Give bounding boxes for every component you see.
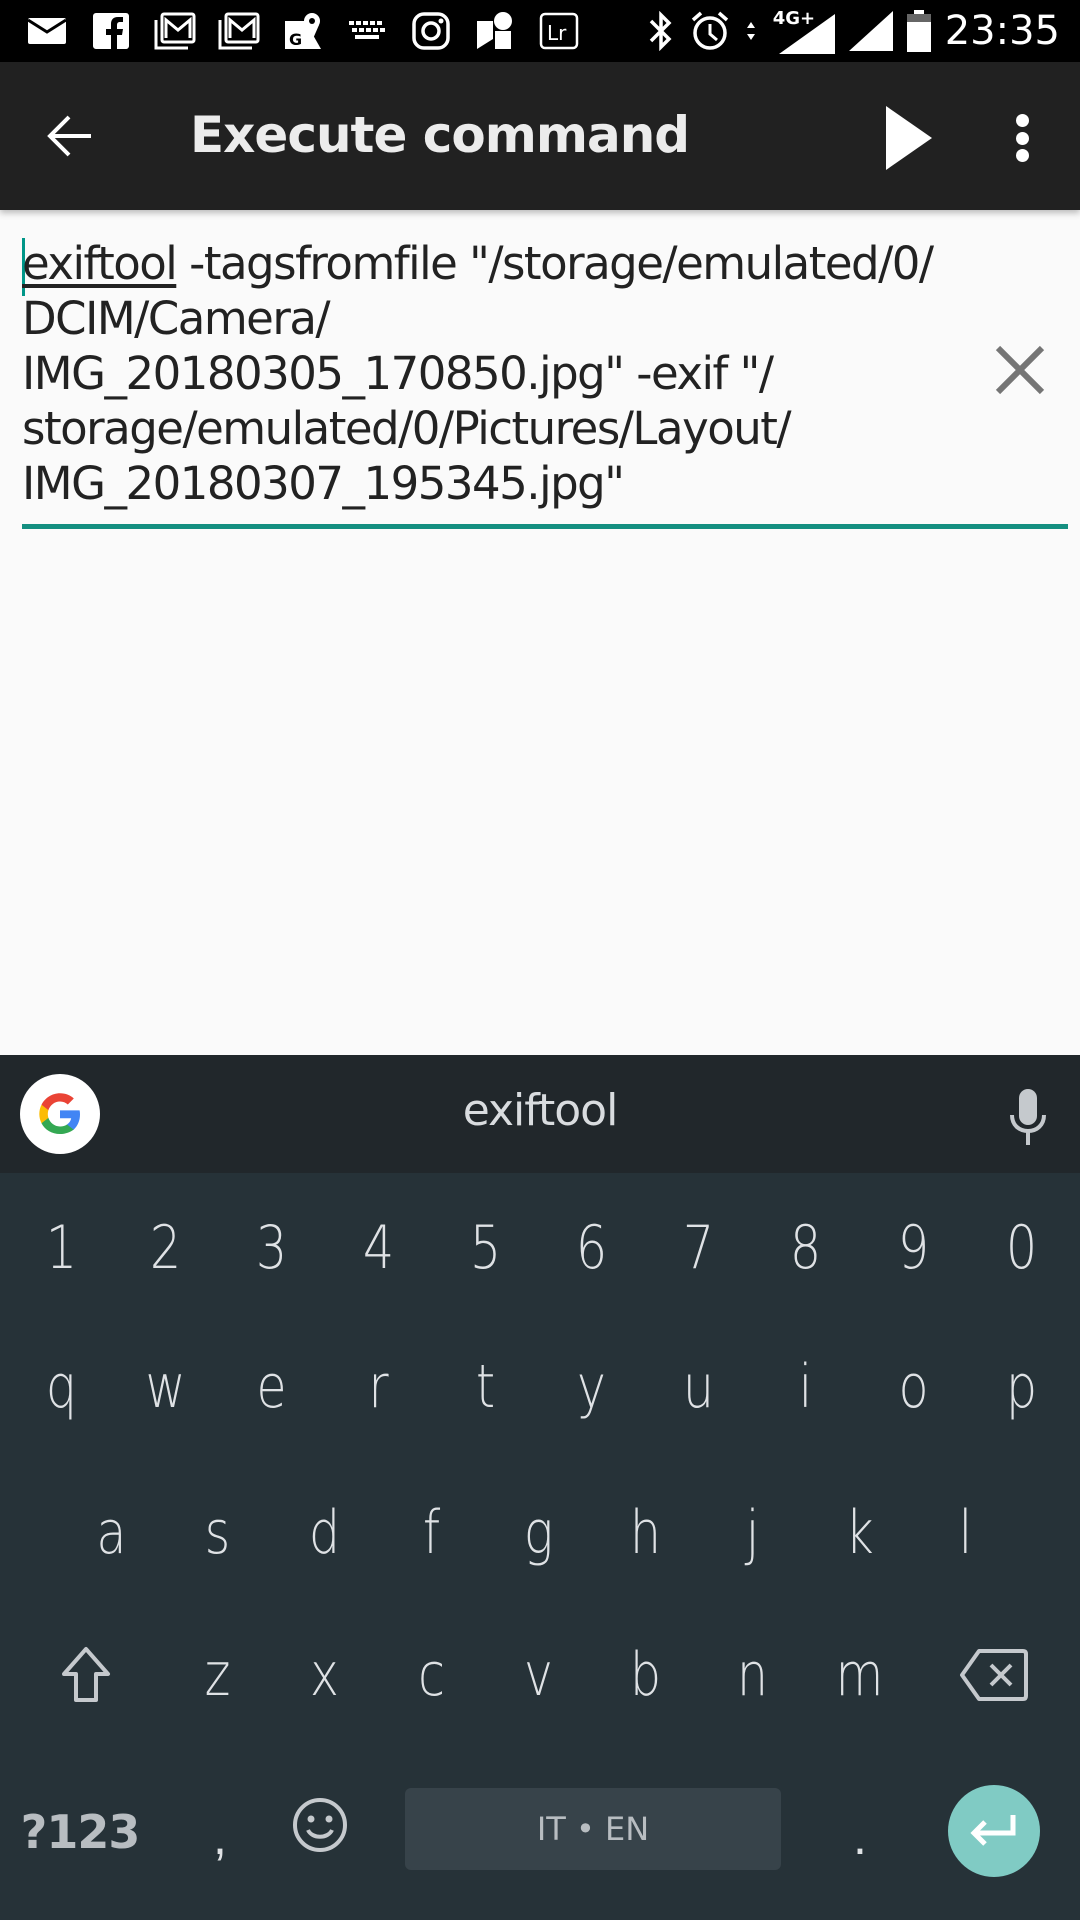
command-first-word: exiftool (22, 237, 178, 290)
key-y[interactable]: y (548, 1322, 636, 1452)
voice-input-button[interactable] (1000, 1087, 1056, 1147)
arrow-back-icon (47, 115, 91, 157)
comma-key[interactable]: , (180, 1792, 260, 1882)
key-3[interactable]: 3 (228, 1183, 316, 1313)
key-d[interactable]: d (281, 1468, 369, 1598)
backspace-icon (959, 1649, 1028, 1701)
close-icon (995, 345, 1045, 395)
key-g[interactable]: g (495, 1468, 583, 1598)
system-icons: 4G+ 23:35 (647, 8, 1060, 54)
key-f[interactable]: f (388, 1468, 476, 1598)
key-7[interactable]: 7 (655, 1183, 743, 1313)
key-p[interactable]: p (978, 1322, 1066, 1452)
key-r[interactable]: r (335, 1322, 423, 1452)
key-k[interactable]: k (816, 1468, 904, 1598)
key-1[interactable]: 1 (18, 1183, 106, 1313)
play-icon (886, 106, 932, 170)
shift-key[interactable] (32, 1610, 139, 1740)
key-i[interactable]: i (762, 1322, 850, 1452)
suggestion-strip: exiftool (0, 1055, 1080, 1173)
key-c[interactable]: c (388, 1610, 476, 1740)
signal-icon (848, 11, 893, 51)
key-q[interactable]: q (18, 1322, 106, 1452)
key-z[interactable]: z (174, 1610, 262, 1740)
key-h[interactable]: h (602, 1468, 690, 1598)
key-0[interactable]: 0 (978, 1183, 1066, 1313)
more-options-button[interactable] (1000, 106, 1044, 170)
space-key[interactable]: IT • EN (405, 1788, 781, 1870)
period-key[interactable]: . (820, 1792, 900, 1882)
key-2[interactable]: 2 (122, 1183, 210, 1313)
facebook-icon (90, 10, 132, 52)
svg-text:G: G (289, 30, 302, 49)
battery-icon (906, 10, 931, 52)
key-w[interactable]: w (122, 1322, 210, 1452)
key-9[interactable]: 9 (870, 1183, 958, 1313)
key-s[interactable]: s (174, 1468, 262, 1598)
instagram-icon (410, 10, 452, 52)
key-4[interactable]: 4 (335, 1183, 423, 1313)
input-underline (22, 524, 1068, 529)
key-a[interactable]: a (68, 1468, 156, 1598)
backspace-key[interactable] (940, 1610, 1047, 1740)
bluetooth-icon (649, 11, 672, 51)
symbols-key[interactable]: ?123 (20, 1792, 141, 1872)
back-button[interactable] (40, 106, 100, 166)
mail-icon (26, 10, 68, 52)
key-x[interactable]: x (281, 1610, 369, 1740)
key-j[interactable]: j (709, 1468, 797, 1598)
soft-keyboard: exiftool 1234567890 qwertyuiop asdfghjkl… (0, 1055, 1080, 1920)
key-m[interactable]: m (816, 1610, 904, 1740)
run-button[interactable] (880, 102, 946, 172)
alarm-icon (691, 11, 728, 50)
microphone-icon (1010, 1089, 1046, 1145)
key-e[interactable]: e (228, 1322, 316, 1452)
data-activity-icon (746, 22, 755, 40)
google-button[interactable] (20, 1074, 100, 1154)
clock: 23:35 (944, 8, 1060, 54)
clear-button[interactable] (990, 340, 1060, 410)
google-maps-icon: G (282, 10, 324, 52)
key-5[interactable]: 5 (442, 1183, 530, 1313)
gmail-icon (218, 10, 260, 52)
key-b[interactable]: b (602, 1610, 690, 1740)
key-v[interactable]: v (495, 1610, 583, 1740)
command-text[interactable]: exiftool -tagsfromfile "/storage/emulate… (22, 236, 982, 511)
gmail-icon (154, 10, 196, 52)
key-u[interactable]: u (655, 1322, 743, 1452)
letter-row-3: zxcvbnm (0, 1610, 1080, 1740)
key-l[interactable]: l (922, 1468, 1010, 1598)
svg-text:Lr: Lr (547, 21, 567, 45)
shift-icon (61, 1647, 110, 1702)
app-bar: Execute command (0, 62, 1080, 210)
letter-row-2: asdfghjkl (0, 1468, 1080, 1598)
key-6[interactable]: 6 (548, 1183, 636, 1313)
page-title: Execute command (190, 106, 690, 164)
letter-row-1: qwertyuiop (0, 1322, 1080, 1452)
suggestion-word[interactable]: exiftool (340, 1085, 740, 1136)
emoji-key[interactable] (290, 1795, 360, 1865)
key-n[interactable]: n (709, 1610, 797, 1740)
number-row: 1234567890 (0, 1183, 1080, 1313)
key-8[interactable]: 8 (762, 1183, 850, 1313)
lightroom-icon: Lr (538, 10, 580, 52)
signal-4g-plus-icon: 4G+ (771, 8, 835, 54)
enter-icon (970, 1815, 1016, 1846)
status-bar: G Lr 4G+ 23:35 (0, 0, 1080, 62)
enter-key[interactable] (948, 1785, 1040, 1877)
keyboard-icon (346, 10, 388, 52)
smiley-icon (293, 1798, 347, 1852)
google-photos-icon (474, 10, 516, 52)
key-t[interactable]: t (442, 1322, 530, 1452)
more-vert-icon (1015, 114, 1029, 127)
command-input[interactable]: exiftool -tagsfromfile "/storage/emulate… (22, 236, 1068, 530)
google-g-icon (39, 1093, 80, 1134)
key-o[interactable]: o (870, 1322, 958, 1452)
notification-icons: G Lr (26, 10, 580, 52)
